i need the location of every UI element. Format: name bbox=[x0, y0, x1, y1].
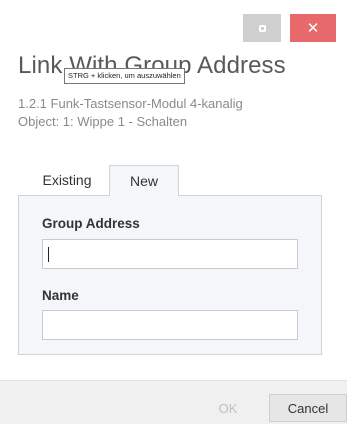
object-info: Object: 1: Wippe 1 - Schalten bbox=[18, 114, 188, 129]
restore-button[interactable] bbox=[243, 14, 281, 42]
cancel-button[interactable]: Cancel bbox=[269, 394, 347, 422]
close-icon: ✕ bbox=[306, 20, 320, 37]
group-address-input[interactable] bbox=[42, 239, 298, 269]
group-address-label: Group Address bbox=[42, 216, 140, 231]
tab-existing[interactable]: Existing bbox=[25, 165, 109, 195]
name-label: Name bbox=[42, 288, 79, 303]
close-button[interactable]: ✕ bbox=[290, 14, 336, 42]
tooltip: STRG + klicken, um auszuwählen bbox=[64, 68, 185, 84]
tab-new[interactable]: New bbox=[109, 165, 179, 196]
name-input[interactable] bbox=[42, 310, 298, 340]
ok-button[interactable]: OK bbox=[189, 394, 267, 422]
device-info: 1.2.1 Funk-Tastsensor-Modul 4-kanalig bbox=[18, 96, 243, 111]
restore-icon bbox=[258, 24, 266, 32]
text-caret bbox=[48, 247, 49, 262]
